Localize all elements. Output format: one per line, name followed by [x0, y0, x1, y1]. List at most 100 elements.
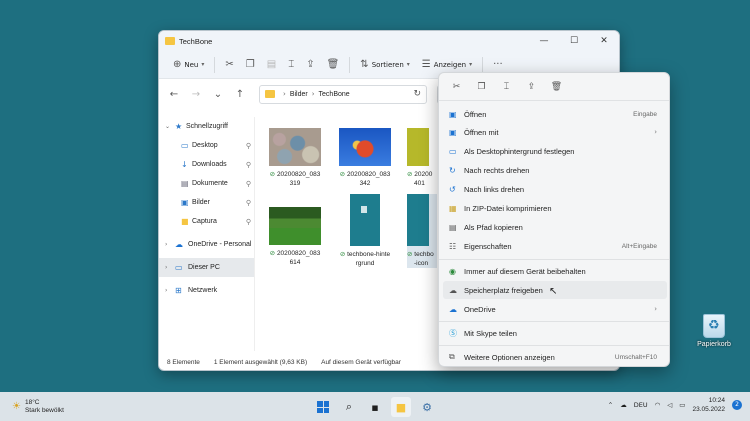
- desktop-icon: ▭: [181, 141, 189, 150]
- sort-button[interactable]: ⇅ Sortieren ▾: [354, 55, 415, 75]
- onedrive-tray-icon[interactable]: ☁: [620, 401, 627, 409]
- menu-item-share-skype[interactable]: Ⓢ Mit Skype teilen: [443, 324, 667, 342]
- forward-button[interactable]: →: [187, 89, 205, 100]
- chevron-right-icon: ›: [654, 128, 657, 136]
- back-button[interactable]: ←: [165, 89, 183, 100]
- address-bar[interactable]: › Bilder › TechBone ↻: [259, 84, 427, 104]
- share-icon[interactable]: ⇪: [520, 82, 543, 92]
- menu-item-open[interactable]: ▣ Öffnen Eingabe: [443, 105, 667, 123]
- nav-item-network[interactable]: › ⊞ Netzwerk: [159, 281, 254, 300]
- nav-item-desktop[interactable]: ▭ Desktop ⚲: [159, 136, 254, 155]
- weather-desc: Stark bewölkt: [24, 407, 64, 414]
- file-item[interactable]: ⊘ 20200820_083 342: [337, 128, 393, 188]
- clock[interactable]: 10:24 23.05.2022: [692, 396, 725, 414]
- chevron-down-icon: ▾: [469, 61, 473, 68]
- chevron-down-icon[interactable]: ⌄: [165, 123, 170, 130]
- search-button[interactable]: ⌕: [339, 397, 359, 417]
- close-button[interactable]: ✕: [589, 36, 619, 46]
- nav-item-pictures[interactable]: ▣ Bilder ⚲: [159, 193, 254, 212]
- menu-item-rotate-left[interactable]: ↺ Nach links drehen: [443, 180, 667, 198]
- open-icon: ▣: [449, 109, 457, 119]
- nav-item-onedrive[interactable]: › ☁ OneDrive - Personal: [159, 235, 254, 254]
- rename-icon[interactable]: ⌶: [495, 82, 518, 92]
- explorer-taskbar-button[interactable]: ■: [391, 397, 411, 417]
- pin-icon: ⚲: [245, 198, 251, 207]
- file-item[interactable]: ⊘ 20200820_083 614: [267, 207, 323, 267]
- chevron-down-icon: ▾: [201, 61, 205, 68]
- up-button[interactable]: ↑: [231, 89, 249, 100]
- file-name: 20200: [414, 171, 433, 178]
- menu-item-compress-zip[interactable]: ▦ In ZIP-Datei komprimieren: [443, 199, 667, 217]
- maximize-button[interactable]: ☐: [559, 36, 589, 46]
- file-item[interactable]: ⊘ 20200820_083 319: [267, 128, 323, 188]
- rename-button[interactable]: ⌶: [282, 55, 300, 75]
- copy-icon[interactable]: ❐: [470, 82, 493, 92]
- menu-item-rotate-right[interactable]: ↻ Nach rechts drehen: [443, 161, 667, 179]
- volume-icon[interactable]: ◁: [667, 401, 672, 409]
- delete-button[interactable]: 🗑: [321, 55, 346, 75]
- file-item[interactable]: ⊘ 20200 401: [407, 128, 437, 188]
- chevron-right-icon[interactable]: ›: [165, 264, 167, 271]
- nav-label: Desktop: [192, 142, 218, 149]
- breadcrumb-bilder[interactable]: Bilder: [290, 91, 308, 98]
- nav-item-quick-access[interactable]: ⌄ ★ Schnellzugriff: [159, 117, 254, 136]
- synced-check-icon: ⊘: [339, 170, 346, 178]
- refresh-icon[interactable]: ↻: [413, 89, 421, 99]
- nav-item-documents[interactable]: ▤ Dokumente ⚲: [159, 174, 254, 193]
- menu-label: Immer auf diesem Gerät beibehalten: [464, 266, 586, 276]
- wifi-icon[interactable]: ◠: [655, 401, 661, 409]
- wallpaper-icon: ▭: [449, 146, 457, 156]
- breadcrumb-techbone[interactable]: TechBone: [319, 91, 350, 98]
- recycle-bin[interactable]: Papierkorb: [694, 314, 734, 348]
- nav-item-this-pc[interactable]: › ▭ Dieser PC: [159, 258, 254, 277]
- nav-label: Bilder: [192, 199, 210, 206]
- item-count: 8 Elemente: [167, 358, 200, 366]
- copy-button[interactable]: ❐: [240, 55, 261, 75]
- start-button[interactable]: [313, 397, 333, 417]
- menu-label: Nach links drehen: [464, 184, 525, 194]
- system-tray: ⌃ ☁ DEU ◠ ◁ ▭ 10:24 23.05.2022 2: [608, 396, 742, 414]
- chevron-down-icon: ▾: [406, 61, 410, 68]
- computer-icon: ▭: [175, 263, 183, 272]
- nav-label: Dokumente: [192, 180, 228, 187]
- file-name-cont: 319: [289, 180, 301, 187]
- menu-item-keep-on-device[interactable]: ◉ Immer auf diesem Gerät beibehalten: [443, 262, 667, 280]
- notification-badge[interactable]: 2: [732, 400, 742, 410]
- taskbar: ☀ 18°C Stark bewölkt ⌕ ▪ ■ ⚙ ⌃ ☁ DEU ◠ ◁…: [0, 392, 750, 421]
- menu-label: Öffnen: [464, 109, 487, 119]
- recent-locations-button[interactable]: ⌄: [209, 89, 227, 100]
- menu-item-more-options[interactable]: ⧉ Weitere Optionen anzeigen Umschalt+F10: [443, 348, 667, 366]
- menu-item-properties[interactable]: ☷ Eigenschaften Alt+Eingabe: [443, 237, 667, 255]
- weather-widget[interactable]: ☀ 18°C Stark bewölkt: [12, 399, 64, 415]
- more-icon: ···: [493, 59, 503, 70]
- language-indicator[interactable]: DEU: [634, 401, 648, 409]
- new-button[interactable]: ⊕ Neu ▾: [167, 55, 210, 75]
- share-button[interactable]: ⇪: [300, 55, 320, 75]
- battery-icon[interactable]: ▭: [679, 401, 685, 409]
- trash-icon[interactable]: 🗑: [545, 82, 568, 92]
- file-name: techbone-hinte: [347, 251, 391, 258]
- menu-item-onedrive[interactable]: ☁ OneDrive ›: [443, 300, 667, 318]
- cut-icon[interactable]: ✂: [445, 82, 468, 92]
- chevron-up-icon[interactable]: ⌃: [608, 401, 613, 409]
- keep-on-device-icon: ◉: [449, 266, 456, 276]
- nav-item-downloads[interactable]: ↓ Downloads ⚲: [159, 155, 254, 174]
- settings-taskbar-button[interactable]: ⚙: [417, 397, 437, 417]
- cut-button[interactable]: ✂: [219, 55, 239, 75]
- task-view-button[interactable]: ▪: [365, 397, 385, 417]
- paste-button[interactable]: ▤: [261, 55, 282, 75]
- file-item[interactable]: ⊘ techbone-hinte rgrund: [337, 194, 393, 268]
- chevron-right-icon[interactable]: ›: [165, 287, 167, 294]
- sort-label: Sortieren: [371, 60, 404, 69]
- menu-item-set-wallpaper[interactable]: ▭ Als Desktophintergrund festlegen: [443, 142, 667, 160]
- menu-item-open-with[interactable]: ▣ Öffnen mit ›: [443, 123, 667, 141]
- minimize-button[interactable]: —: [529, 36, 559, 46]
- paste-icon: ▤: [266, 59, 277, 70]
- image-thumbnail: [407, 194, 429, 246]
- rotate-left-icon: ↺: [449, 184, 456, 194]
- nav-item-captura[interactable]: ■ Captura ⚲: [159, 212, 254, 231]
- file-item-selected[interactable]: ⊘ techbo -icon: [407, 194, 437, 268]
- menu-item-copy-path[interactable]: ▤ Als Pfad kopieren: [443, 218, 667, 236]
- chevron-right-icon[interactable]: ›: [165, 241, 167, 248]
- chevron-right-icon: ›: [654, 305, 657, 313]
